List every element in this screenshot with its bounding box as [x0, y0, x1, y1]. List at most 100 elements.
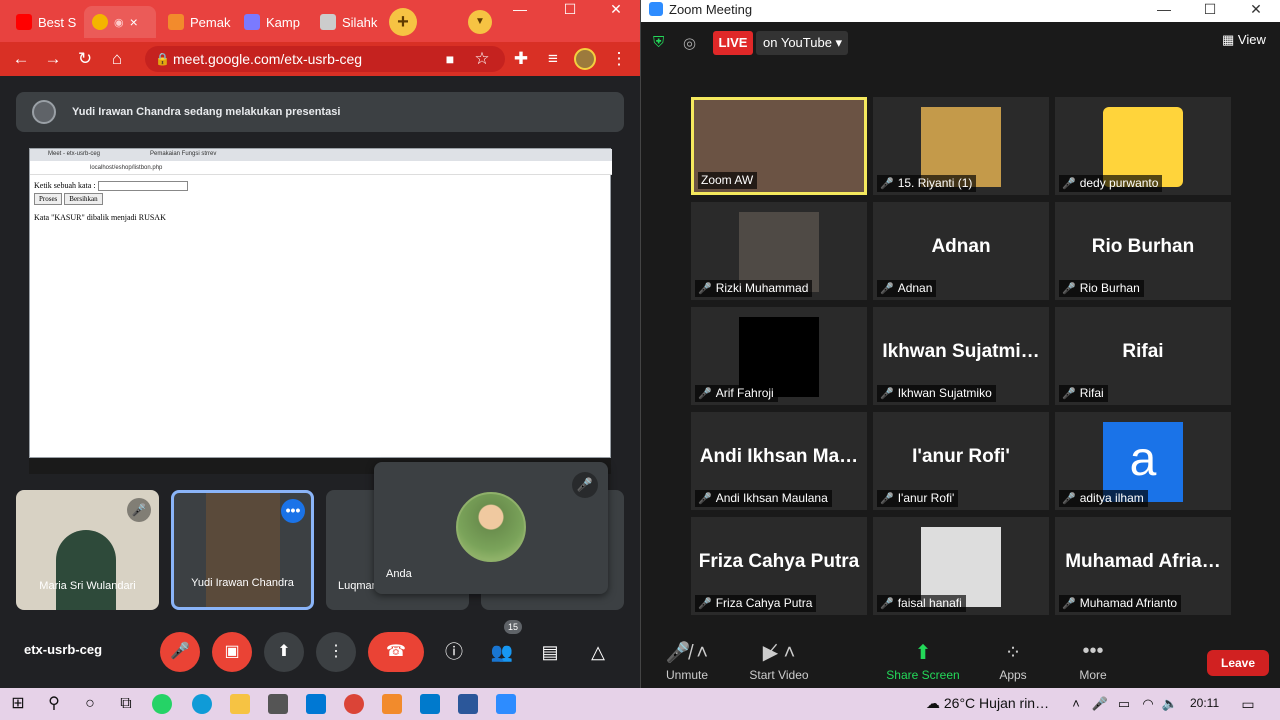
- tab-search-icon[interactable]: ▼: [468, 10, 492, 34]
- weather-widget[interactable]: ☁ 26°C Hujan rin…: [926, 695, 1049, 712]
- battery-icon[interactable]: ▭: [1112, 692, 1136, 716]
- shared-process-button: Proses: [34, 193, 63, 206]
- search-icon[interactable]: ⚲: [42, 692, 66, 716]
- participant-tile-yudi[interactable]: ••• Yudi Irawan Chandra: [171, 490, 314, 610]
- participant-tile[interactable]: Zoom AW: [691, 97, 867, 195]
- notifications-icon[interactable]: ▭: [1236, 692, 1260, 716]
- windows-start-icon[interactable]: ⊞: [6, 692, 30, 716]
- share-screen-button[interactable]: ⬆ Share Screen: [883, 640, 963, 682]
- participant-tile[interactable]: Ikhwan Sujatmi… 🎤 Ikhwan Sujatmiko: [873, 307, 1049, 405]
- media-icon[interactable]: ≡: [540, 46, 566, 72]
- vscode-icon[interactable]: [420, 694, 440, 714]
- menu-icon[interactable]: ⋮: [606, 46, 632, 72]
- browser-tab-2[interactable]: ◉ ×: [84, 6, 156, 38]
- close-tab-icon[interactable]: ×: [130, 14, 138, 30]
- info-icon[interactable]: ⓘ: [436, 634, 472, 670]
- shield-icon[interactable]: ⛨: [653, 34, 669, 52]
- participant-tile[interactable]: 🎤 dedy purwanto: [1055, 97, 1231, 195]
- participant-tile-maria[interactable]: 🎤 Maria Sri Wulandari: [16, 490, 159, 610]
- maximize-button[interactable]: ☐: [1187, 0, 1233, 22]
- mail-icon[interactable]: [306, 694, 326, 714]
- chrome-icon[interactable]: [344, 694, 364, 714]
- mic-toggle-button[interactable]: 🎤: [160, 632, 200, 672]
- back-icon[interactable]: ←: [8, 46, 34, 72]
- tray-chevron-icon[interactable]: ˄: [1064, 692, 1088, 716]
- new-tab-button[interactable]: +: [389, 8, 417, 36]
- end-call-button[interactable]: ☎: [368, 632, 424, 672]
- close-window-button[interactable]: ✕: [1233, 0, 1279, 22]
- participant-name: Friza Cahya Putra: [715, 596, 813, 610]
- shared-clear-button: Bersihkan: [64, 193, 103, 206]
- recording-icon[interactable]: ◎: [683, 34, 701, 52]
- whatsapp-icon[interactable]: [152, 694, 172, 714]
- participant-tile[interactable]: 🎤 Rizki Muhammad: [691, 202, 867, 300]
- volume-icon[interactable]: 🔈: [1158, 692, 1182, 716]
- browser-tab-4[interactable]: Kamp: [236, 6, 308, 38]
- participant-name-label: 🎤 dedy purwanto: [1059, 175, 1163, 192]
- word-icon[interactable]: [458, 694, 478, 714]
- present-button[interactable]: ⬆: [264, 632, 304, 672]
- minimize-button[interactable]: —: [500, 0, 540, 20]
- camera-icon[interactable]: ■: [437, 46, 463, 72]
- activities-icon[interactable]: △: [580, 634, 616, 670]
- task-view-icon[interactable]: ⧉: [114, 692, 138, 716]
- participant-display-name: Andi Ikhsan Ma…: [699, 446, 859, 467]
- participant-name: faisal hanafi: [897, 596, 962, 610]
- participant-tile[interactable]: 🎤 faisal hanafi: [873, 517, 1049, 615]
- cortana-icon[interactable]: ○: [78, 692, 102, 716]
- lock-icon[interactable]: 🔒: [155, 46, 170, 72]
- participant-tile[interactable]: Muhamad Afria… 🎤 Muhamad Afrianto: [1055, 517, 1231, 615]
- xampp-icon[interactable]: [382, 694, 402, 714]
- profile-avatar[interactable]: [574, 48, 596, 70]
- extensions-icon[interactable]: ✚: [508, 46, 534, 72]
- more-options-button[interactable]: ⋮: [316, 632, 356, 672]
- participant-tile[interactable]: Andi Ikhsan Ma… 🎤 Andi Ikhsan Maulana: [691, 412, 867, 510]
- view-button[interactable]: ▦ View: [1222, 32, 1266, 48]
- browser-tab-1[interactable]: Best S: [8, 6, 80, 38]
- participant-name: 15. Riyanti (1): [897, 176, 973, 190]
- leave-button[interactable]: Leave: [1207, 650, 1269, 676]
- minimize-button[interactable]: —: [1141, 0, 1187, 22]
- close-window-button[interactable]: ✕: [596, 0, 636, 20]
- participant-tile[interactable]: I'anur Rofi' 🎤 I'anur Rofi': [873, 412, 1049, 510]
- apps-button[interactable]: ⁘ Apps: [973, 640, 1053, 682]
- file-explorer-icon[interactable]: [230, 694, 250, 714]
- participant-tile[interactable]: a 🎤 aditya ilham: [1055, 412, 1231, 510]
- forward-icon[interactable]: →: [40, 46, 66, 72]
- participant-tile[interactable]: 🎤 Arif Fahroji: [691, 307, 867, 405]
- more-icon: •••: [1082, 640, 1104, 662]
- start-video-button[interactable]: ▶̸ ˄ Start Video: [739, 640, 819, 682]
- chrome-window: Best S ◉ × Pemak Kamp Silahk + ▼ — ☐ ✕ ←…: [0, 0, 640, 688]
- edge-icon[interactable]: [192, 694, 212, 714]
- home-icon[interactable]: ⌂: [104, 46, 130, 72]
- mic-off-icon: 🎤: [880, 283, 894, 295]
- maximize-button[interactable]: ☐: [550, 0, 590, 20]
- wifi-icon[interactable]: ◠: [1136, 692, 1160, 716]
- classroom-icon: [320, 14, 336, 30]
- more-options-icon[interactable]: •••: [281, 499, 305, 523]
- mic-tray-icon[interactable]: 🎤: [1088, 692, 1112, 716]
- clock[interactable]: 20:11: [1190, 696, 1219, 710]
- live-badge: LIVE: [713, 31, 753, 55]
- participant-tile[interactable]: Adnan 🎤 Adnan: [873, 202, 1049, 300]
- store-icon[interactable]: [268, 694, 288, 714]
- participant-tile[interactable]: 🎤 15. Riyanti (1): [873, 97, 1049, 195]
- people-icon[interactable]: 👥: [484, 634, 520, 670]
- star-icon[interactable]: ☆: [469, 46, 495, 72]
- participant-tile[interactable]: Rifai 🎤 Rifai: [1055, 307, 1231, 405]
- participant-name: Maria Sri Wulandari: [39, 580, 136, 592]
- participant-tile[interactable]: Rio Burhan 🎤 Rio Burhan: [1055, 202, 1231, 300]
- live-target-dropdown[interactable]: on YouTube ▾: [756, 31, 848, 55]
- reload-icon[interactable]: ↻: [72, 46, 98, 72]
- more-button[interactable]: ••• More: [1053, 640, 1133, 682]
- browser-tab-5[interactable]: Silahk: [312, 6, 384, 38]
- participant-name: Rio Burhan: [1079, 281, 1140, 295]
- participant-tile[interactable]: Friza Cahya Putra 🎤 Friza Cahya Putra: [691, 517, 867, 615]
- more-label: More: [1079, 668, 1107, 682]
- unmute-button[interactable]: 🎤̸ ˄ Unmute: [647, 640, 727, 682]
- camera-toggle-button[interactable]: ▣: [212, 632, 252, 672]
- zoom-taskbar-icon[interactable]: [496, 694, 516, 714]
- browser-tab-3[interactable]: Pemak: [160, 6, 232, 38]
- tab-label: Kamp: [266, 14, 300, 30]
- chat-icon[interactable]: ▤: [532, 634, 568, 670]
